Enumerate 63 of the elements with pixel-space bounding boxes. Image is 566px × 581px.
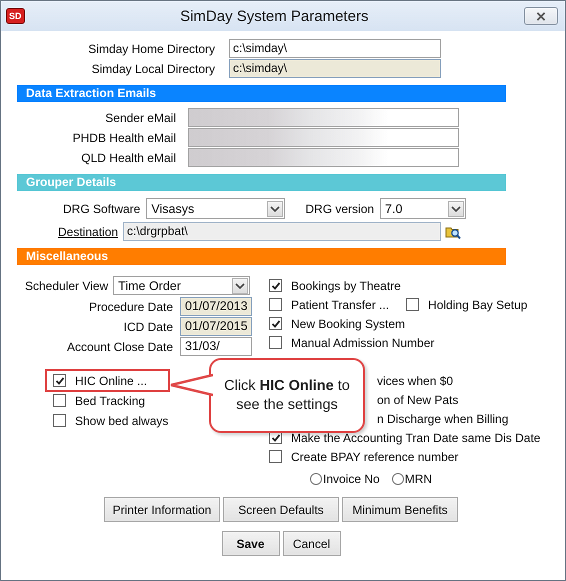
checkbox[interactable] — [53, 374, 66, 387]
option-button[interactable]: Minimum Benefits — [342, 497, 458, 522]
save-button[interactable]: Save — [222, 531, 280, 556]
section-header: Grouper Details — [17, 174, 506, 191]
checkbox[interactable] — [269, 450, 282, 463]
destination-link[interactable]: Destination — [58, 224, 118, 238]
email-field[interactable] — [188, 148, 459, 167]
radio-button[interactable] — [310, 473, 322, 485]
drg-version-dropdown[interactable]: 7.0 — [380, 198, 466, 219]
option-label: Holding Bay Setup — [428, 298, 528, 312]
window-title: SimDay System Parameters — [179, 8, 370, 24]
option-label: New Booking System — [291, 316, 406, 330]
field-label: Account Close Date — [66, 340, 173, 354]
field-label: Procedure Date — [88, 300, 173, 314]
directory-field[interactable]: c:\simday\ — [229, 59, 441, 78]
drg-software-dropdown[interactable]: Visasys — [146, 198, 286, 219]
option-label: Bookings by Theatre — [291, 278, 401, 292]
checkbox[interactable] — [53, 414, 66, 427]
option-label: Bed Tracking — [75, 394, 146, 408]
option-label: Show bed always — [75, 414, 168, 428]
section-header: Miscellaneous — [17, 248, 506, 265]
field-label: Sender eMail — [104, 110, 176, 124]
option-label: Create BPAY reference number — [291, 450, 458, 464]
option-button[interactable]: Printer Information — [104, 497, 220, 522]
option-label: vices when $0 — [377, 374, 454, 388]
destination-field[interactable]: c:\drgrpbat\ — [123, 222, 442, 241]
email-field[interactable] — [188, 128, 459, 147]
radio-label: MRN — [404, 472, 432, 486]
date-field[interactable]: 01/07/2013 — [180, 297, 252, 316]
checkbox[interactable] — [406, 298, 420, 311]
checkbox[interactable] — [269, 279, 282, 292]
checkbox[interactable] — [269, 317, 282, 330]
field-label: DRG version — [305, 202, 374, 216]
checkbox[interactable] — [269, 298, 282, 311]
checkbox[interactable] — [269, 336, 282, 349]
option-label: n Discharge when Billing — [377, 412, 508, 426]
field-label: Simday Home Directory — [87, 42, 215, 56]
option-label: on of New Pats — [377, 392, 458, 406]
close-icon[interactable] — [536, 12, 546, 20]
field-label: PHDB Health eMail — [72, 130, 176, 144]
radio-label: Invoice No — [323, 472, 380, 486]
option-label: Patient Transfer ... — [291, 298, 390, 312]
cancel-button[interactable]: Cancel — [282, 531, 340, 556]
field-label: QLD Health eMail — [80, 150, 176, 164]
callout-text: Click HIC Online to see the settings — [223, 376, 351, 414]
scheduler-view-dropdown[interactable]: Time Order — [113, 276, 250, 295]
checkbox[interactable] — [53, 394, 66, 407]
option-button[interactable]: Screen Defaults — [223, 497, 339, 522]
date-field[interactable]: 01/07/2015 — [180, 317, 252, 336]
date-field[interactable]: 31/03/ — [180, 337, 252, 356]
app-logo: SD — [6, 8, 25, 24]
field-label: ICD Date — [122, 320, 173, 334]
field-label: Simday Local Directory — [90, 62, 215, 76]
radio-button[interactable] — [392, 473, 404, 485]
option-label: Make the Accounting Tran Date same Dis Date — [291, 430, 540, 444]
email-field[interactable] — [188, 108, 459, 127]
directory-field[interactable]: c:\simday\ — [229, 39, 441, 58]
option-label: Manual Admission Number — [291, 336, 434, 350]
close-button[interactable] — [524, 7, 558, 25]
section-header: Data Extraction Emails — [17, 85, 506, 102]
option-label: HIC Online ... — [75, 374, 148, 388]
field-label: Scheduler View — [25, 278, 108, 292]
field-label: DRG Software — [63, 202, 140, 216]
